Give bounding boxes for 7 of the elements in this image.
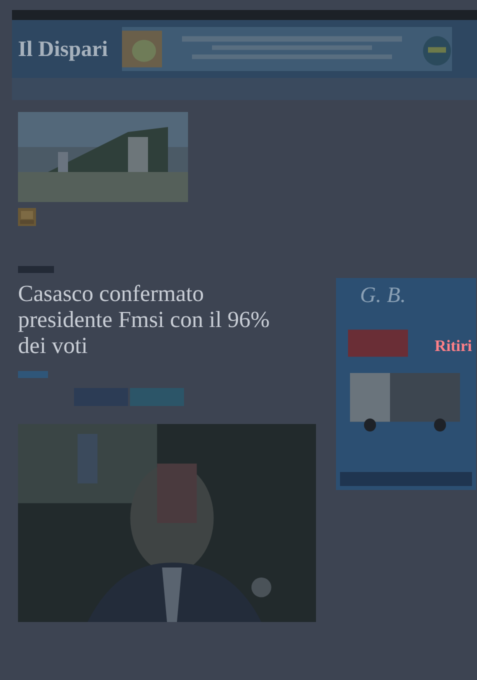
site-logo[interactable]: Il Dispari bbox=[18, 36, 108, 62]
advertisement[interactable]: G. B. Ritiri bbox=[336, 278, 476, 490]
ad-headline: Ritiri bbox=[434, 338, 472, 356]
label-tag bbox=[18, 371, 48, 378]
category-tag[interactable] bbox=[18, 266, 54, 273]
article-title: Casasco confermato presidente Fmsi con il 96% dei voti bbox=[18, 281, 271, 359]
ad-brand: G. B. bbox=[359, 282, 407, 308]
